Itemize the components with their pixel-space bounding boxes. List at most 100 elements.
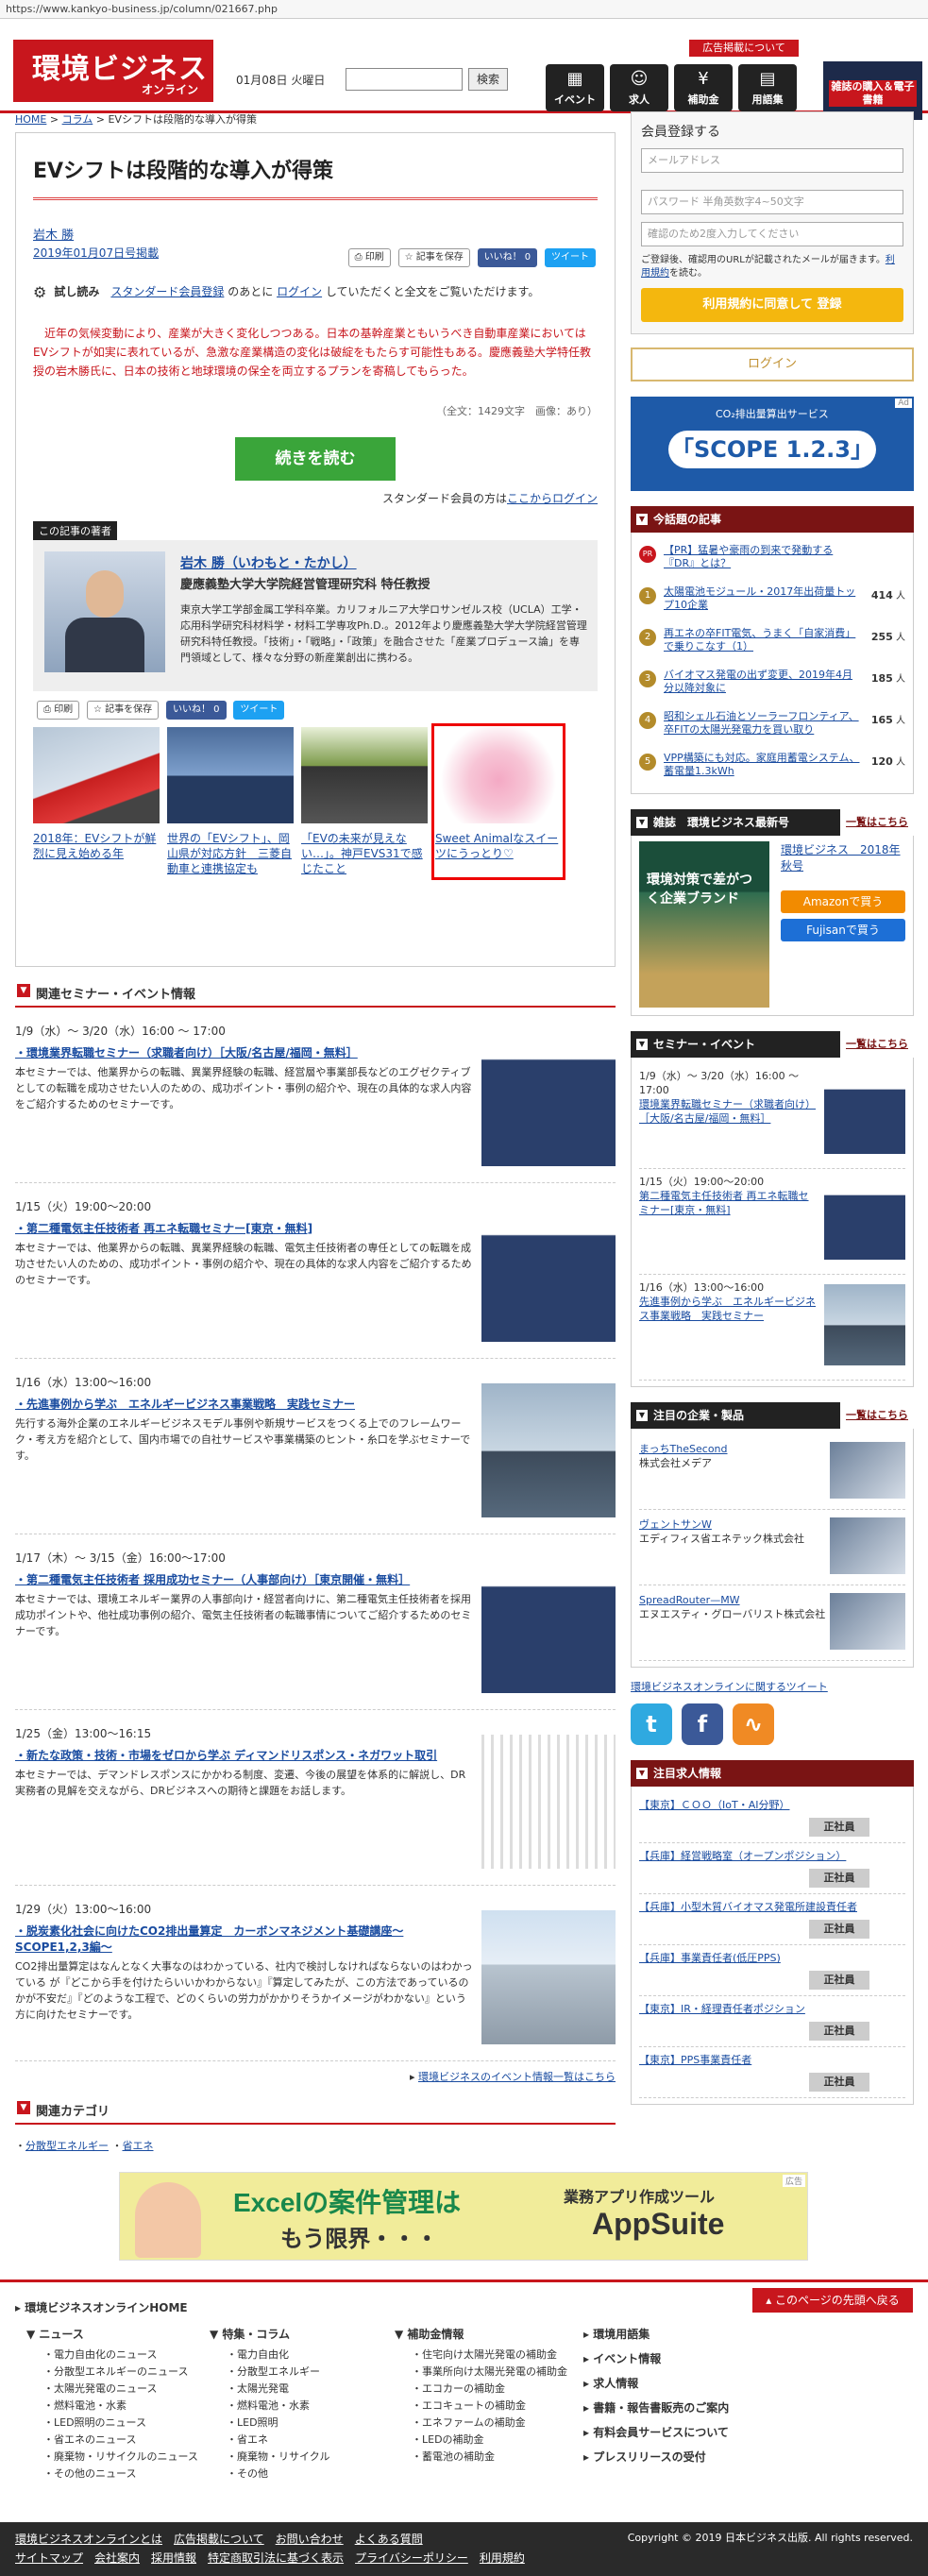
job-title[interactable]: 【東京】PPS事業責任者 <box>639 2053 905 2067</box>
footer-home-link[interactable]: ▸ 環境ビジネスオンラインHOME <box>15 2299 188 2315</box>
ranking-title[interactable]: 再エネの卒FIT電気、うまく「自家消費」で乗りこなす（1） <box>664 627 855 652</box>
footer-news-link[interactable]: ・廃棄物・リサイクルのニュース <box>26 2449 198 2466</box>
related-title[interactable]: Sweet Animalなスイーツにうっとり♡ <box>435 831 562 861</box>
address-bar[interactable]: https://www.kankyo-business.jp/column/02… <box>0 0 928 19</box>
footer-column-link[interactable]: ・LED照明 <box>210 2415 329 2432</box>
seminar-thumbnail[interactable] <box>481 1559 616 1693</box>
product-thumbnail[interactable] <box>830 1442 905 1499</box>
footer-subsidy-link[interactable]: ・事業所向け太陽光発電の補助金 <box>395 2364 567 2381</box>
job-item[interactable]: 【兵庫】小型木質バイオマス発電所建設責任者 正社員 <box>639 1894 905 1945</box>
related-title[interactable]: 2018年：EVシフトが鮮烈に見え始める年 <box>33 831 160 861</box>
ranking-title[interactable]: 太陽電池モジュール・2017年出荷量トップ10企業 <box>664 585 855 611</box>
footer-other-link[interactable]: ▸ 環境用語集 <box>583 2326 729 2343</box>
seminar-title-link[interactable]: ・第二種電気主任技術者 採用成功セミナー（人事部向け）［東京開催・無料］ <box>15 1571 474 1587</box>
footer-subsidy-link[interactable]: ・エコキュートの補助金 <box>395 2398 567 2415</box>
footer-bottom-link[interactable]: 会社案内 <box>94 2549 140 2568</box>
footer-other-link[interactable]: ▸ イベント情報 <box>583 2350 729 2367</box>
side-seminar-title[interactable]: 先進事例から学ぶ エネルギービジネス事業戦略 実践セミナー <box>639 1295 818 1323</box>
search-input[interactable] <box>346 68 463 91</box>
nav-glossary-button[interactable]: ▤ 用語集 <box>738 64 797 111</box>
tweet-button-bottom[interactable]: ツイート <box>233 701 285 720</box>
job-item[interactable]: 【東京】ＣＯＯ（IoT・AI分野） 正社員 <box>639 1792 905 1843</box>
tweet-button[interactable]: ツイート <box>545 248 596 267</box>
footer-bottom-link[interactable]: 利用規約 <box>480 2549 525 2568</box>
job-title[interactable]: 【兵庫】小型木質バイオマス発電所建設責任者 <box>639 1900 905 1914</box>
ranking-pr-text[interactable]: 【PR】猛暑や豪雨の到来で発動する『DR』とは？ <box>664 544 833 569</box>
footer-subsidy-link[interactable]: ・住宅向け太陽光発電の補助金 <box>395 2347 567 2364</box>
footer-column-link[interactable]: ・省エネ <box>210 2432 329 2449</box>
related-thumbnail[interactable] <box>301 727 428 823</box>
products-more-link[interactable]: 一覧はこちら <box>840 1402 914 1429</box>
breadcrumb-column[interactable]: コラム <box>62 113 93 126</box>
footer-news-link[interactable]: ・電力自由化のニュース <box>26 2347 198 2364</box>
job-title[interactable]: 【東京】ＣＯＯ（IoT・AI分野） <box>639 1798 905 1812</box>
amazon-buy-button[interactable]: Amazonで買う <box>781 890 905 913</box>
footer-other-link[interactable]: ▸ 求人情報 <box>583 2375 729 2392</box>
ranking-title[interactable]: VPP構築にも対応。家庭用蓄電システム、蓄電量1.3kWh <box>664 752 859 777</box>
ranking-title[interactable]: バイオマス発電の出ず変更、2019年4月分以降対象に <box>664 669 852 694</box>
related-thumbnail[interactable] <box>435 727 562 823</box>
magazine-name[interactable]: 環境ビジネス 2018年秋号 <box>781 841 905 873</box>
ranking-item[interactable]: 4 昭和シェル石油とソーラーフロンティア、卒FITの太陽光発電力を買い取り 165 <box>639 710 905 746</box>
standard-register-link[interactable]: スタンダード会員登録 <box>110 285 224 298</box>
ranking-title[interactable]: 昭和シェル石油とソーラーフロンティア、卒FITの太陽光発電力を買い取り <box>664 710 859 736</box>
side-seminar-item[interactable]: 1/15（火）19:00～20:00 第二種電気主任技術者 再エネ転職セミナー[東… <box>639 1169 905 1275</box>
side-seminar-thumbnail[interactable] <box>824 1284 905 1365</box>
footer-column-link[interactable]: ・分散型エネルギー <box>210 2364 329 2381</box>
breadcrumb-home[interactable]: HOME <box>15 113 46 126</box>
category-link-energy-saving[interactable]: 省エネ <box>123 2140 154 2152</box>
product-item[interactable]: まっちTheSecond 株式会社メデア <box>639 1434 905 1510</box>
footer-bottom-link[interactable]: サイトマップ <box>15 2549 83 2568</box>
job-title[interactable]: 【兵庫】事業責任者(低圧PPS) <box>639 1951 905 1965</box>
category-link-distributed[interactable]: 分散型エネルギー <box>25 2140 109 2152</box>
std-login-link[interactable]: ここからログイン <box>507 492 598 505</box>
related-title[interactable]: 世界の「EVシフト」、岡山県が対応方針 三菱自動車と連携協定も <box>167 831 294 876</box>
related-thumbnail[interactable] <box>167 727 294 823</box>
side-seminar-thumbnail[interactable] <box>824 1073 905 1154</box>
side-seminar-item[interactable]: 1/9（水）～ 3/20（水）16:00 ～ 17:00 環境業界転職セミナー（求… <box>639 1063 905 1169</box>
magazine-more-link[interactable]: 一覧はこちら <box>840 809 914 836</box>
related-article[interactable]: Sweet Animalなスイーツにうっとり♡ <box>431 723 565 880</box>
author-name[interactable]: 岩木 勝（いわもと・たかし） <box>180 553 588 572</box>
seminar-title-link[interactable]: ・第二種電気主任技術者 再エネ転職セミナー[東京・無料] <box>15 1220 474 1236</box>
password-field[interactable]: パスワード 半角英数字4~50文字 <box>641 190 903 214</box>
print-button-bottom[interactable]: ⎙ 印刷 <box>37 701 80 720</box>
ranking-item[interactable]: 5 VPP構築にも対応。家庭用蓄電システム、蓄電量1.3kWh 120 <box>639 752 905 788</box>
seminar-thumbnail[interactable] <box>481 1208 616 1342</box>
search-button[interactable]: 検索 <box>468 68 508 91</box>
ranking-item[interactable]: 2 再エネの卒FIT電気、うまく「自家消費」で乗りこなす（1） 255 <box>639 627 905 663</box>
footer-bottom-link[interactable]: 特定商取引法に基づく表示 <box>208 2549 344 2568</box>
job-title[interactable]: 【兵庫】経営戦略室（オープンポジション） <box>639 1849 905 1863</box>
seminar-thumbnail[interactable] <box>481 1383 616 1517</box>
seminar-title-link[interactable]: ・新たな政策・技術・市場をゼロから学ぶ ディマンドリスポンス・ネガワット取引 <box>15 1747 474 1763</box>
footer-column-link[interactable]: ・燃料電池・水素 <box>210 2398 329 2415</box>
login-button[interactable]: ログイン <box>631 347 914 381</box>
seminar-title-link[interactable]: ・環境業界転職セミナー（求職者向け）［大阪/名古屋/福岡・無料］ <box>15 1044 474 1060</box>
footer-subsidy-link[interactable]: ・蓄電池の補助金 <box>395 2449 567 2466</box>
register-button[interactable]: 利用規約に同意して 登録 <box>641 288 903 322</box>
footer-column-link[interactable]: ・太陽光発電 <box>210 2381 329 2398</box>
job-item[interactable]: 【東京】IR・経理責任者ポジション 正社員 <box>639 1996 905 2047</box>
fujisan-buy-button[interactable]: Fujisanで買う <box>781 919 905 941</box>
seminar-title-link[interactable]: ・脱炭素化社会に向けたCO2排出量算定 カーボンマネジメント基礎講座～SCOPE… <box>15 1923 474 1955</box>
footer-bottom-link[interactable]: お問い合わせ <box>276 2530 344 2549</box>
save-article-button-bottom[interactable]: ☆ 記事を保存 <box>87 701 160 720</box>
footer-bottom-link[interactable]: プライバシーポリシー <box>355 2549 468 2568</box>
footer-news-link[interactable]: ・LED照明のニュース <box>26 2415 198 2432</box>
ranking-item[interactable]: 3 バイオマス発電の出ず変更、2019年4月分以降対象に 185 <box>639 669 905 704</box>
product-thumbnail[interactable] <box>830 1593 905 1650</box>
footer-column-link[interactable]: ・その他 <box>210 2466 329 2483</box>
author-link[interactable]: 岩木 勝 <box>33 229 74 243</box>
related-article[interactable]: 2018年：EVシフトが鮮烈に見え始める年 <box>33 727 160 876</box>
related-thumbnail[interactable] <box>33 727 160 823</box>
footer-news-link[interactable]: ・太陽光発電のニュース <box>26 2381 198 2398</box>
ad-info-link[interactable]: 広告掲載について <box>689 40 799 57</box>
product-item[interactable]: SpreadRouter—MW エヌエスティ・グローバリスト株式会社 <box>639 1585 905 1661</box>
job-item[interactable]: 【兵庫】事業責任者(低圧PPS) 正社員 <box>639 1945 905 1996</box>
footer-bottom-link[interactable]: 環境ビジネスオンラインとは <box>15 2530 162 2549</box>
product-name[interactable]: ヴェントサンW <box>639 1517 826 1532</box>
read-more-button[interactable]: 続きを読む <box>235 437 396 481</box>
product-name[interactable]: SpreadRouter—MW <box>639 1593 826 1607</box>
nav-subsidy-button[interactable]: ¥ 補助金 <box>674 64 733 111</box>
job-item[interactable]: 【兵庫】経営戦略室（オープンポジション） 正社員 <box>639 1843 905 1894</box>
